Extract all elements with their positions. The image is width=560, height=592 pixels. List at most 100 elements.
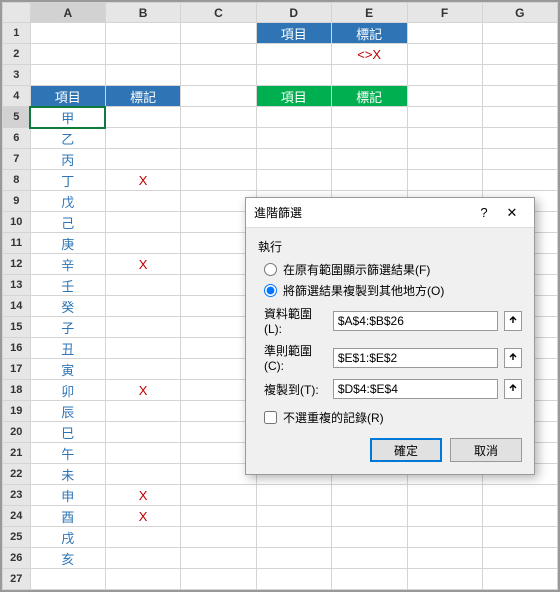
cell[interactable]: [407, 569, 482, 590]
row-header[interactable]: 6: [3, 128, 31, 149]
cell[interactable]: [331, 170, 407, 191]
cell[interactable]: [256, 569, 331, 590]
cell[interactable]: 午: [30, 443, 105, 464]
cell[interactable]: [105, 275, 180, 296]
cell[interactable]: 卯: [30, 380, 105, 401]
row-header[interactable]: 1: [3, 23, 31, 44]
cell[interactable]: [331, 569, 407, 590]
cell[interactable]: [105, 401, 180, 422]
cell[interactable]: [105, 233, 180, 254]
row-header[interactable]: 9: [3, 191, 31, 212]
collapse-range-icon[interactable]: [504, 311, 522, 331]
criteria-value[interactable]: <>X: [331, 44, 407, 65]
row-header[interactable]: 10: [3, 212, 31, 233]
collapse-range-icon[interactable]: [504, 348, 522, 368]
cell[interactable]: X: [105, 254, 180, 275]
cell[interactable]: [256, 107, 331, 128]
unique-records-checkbox[interactable]: [264, 411, 277, 424]
cell[interactable]: [407, 170, 482, 191]
cell[interactable]: [331, 107, 407, 128]
cell[interactable]: [331, 527, 407, 548]
cell[interactable]: [256, 170, 331, 191]
help-button[interactable]: ?: [470, 205, 498, 220]
row-header[interactable]: 25: [3, 527, 31, 548]
cell[interactable]: 未: [30, 464, 105, 485]
cell[interactable]: [181, 506, 256, 527]
cell[interactable]: 辰: [30, 401, 105, 422]
cell[interactable]: [407, 527, 482, 548]
cell[interactable]: 申: [30, 485, 105, 506]
cell[interactable]: [482, 569, 557, 590]
col-header[interactable]: B: [105, 3, 180, 23]
cell[interactable]: [181, 485, 256, 506]
cell[interactable]: [105, 317, 180, 338]
cell[interactable]: 甲: [30, 107, 105, 128]
cell[interactable]: [482, 107, 557, 128]
cell[interactable]: [256, 128, 331, 149]
row-header[interactable]: 20: [3, 422, 31, 443]
cell[interactable]: [105, 422, 180, 443]
cell[interactable]: [181, 527, 256, 548]
col-header[interactable]: D: [256, 3, 331, 23]
cell[interactable]: [256, 548, 331, 569]
cell[interactable]: [482, 128, 557, 149]
cell[interactable]: 巳: [30, 422, 105, 443]
row-header[interactable]: 4: [3, 86, 31, 107]
cell[interactable]: [181, 569, 256, 590]
cell[interactable]: 庚: [30, 233, 105, 254]
output-header-mark[interactable]: 標記: [331, 86, 407, 107]
cancel-button[interactable]: 取消: [450, 438, 522, 462]
data-header-item[interactable]: 項目: [30, 86, 105, 107]
cell[interactable]: [482, 527, 557, 548]
cell[interactable]: X: [105, 380, 180, 401]
row-header[interactable]: 3: [3, 65, 31, 86]
cell[interactable]: [482, 548, 557, 569]
copy-to-input[interactable]: [333, 379, 498, 399]
cell[interactable]: [331, 548, 407, 569]
cell[interactable]: 酉: [30, 506, 105, 527]
cell[interactable]: [407, 506, 482, 527]
row-header[interactable]: 24: [3, 506, 31, 527]
row-header[interactable]: 13: [3, 275, 31, 296]
cell[interactable]: [407, 485, 482, 506]
cell[interactable]: [331, 506, 407, 527]
row-header[interactable]: 8: [3, 170, 31, 191]
criteria-header-item[interactable]: 項目: [256, 23, 331, 44]
radio-filter-inplace[interactable]: [264, 263, 277, 276]
col-header[interactable]: C: [181, 3, 256, 23]
output-header-item[interactable]: 項目: [256, 86, 331, 107]
cell[interactable]: [331, 128, 407, 149]
cell[interactable]: [105, 296, 180, 317]
criteria-header-mark[interactable]: 標記: [331, 23, 407, 44]
row-header[interactable]: 26: [3, 548, 31, 569]
cell[interactable]: [256, 527, 331, 548]
row-header[interactable]: 15: [3, 317, 31, 338]
cell[interactable]: [181, 170, 256, 191]
close-button[interactable]: ✕: [498, 205, 526, 221]
cell[interactable]: [181, 107, 256, 128]
cell[interactable]: 乙: [30, 128, 105, 149]
col-header[interactable]: A: [30, 3, 105, 23]
list-range-input[interactable]: [333, 311, 498, 331]
cell[interactable]: 丑: [30, 338, 105, 359]
row-header[interactable]: 11: [3, 233, 31, 254]
cell[interactable]: 亥: [30, 548, 105, 569]
cell[interactable]: X: [105, 170, 180, 191]
cell[interactable]: [181, 149, 256, 170]
cell[interactable]: [256, 485, 331, 506]
corner-cell[interactable]: [3, 3, 31, 23]
row-header[interactable]: 22: [3, 464, 31, 485]
criteria-range-input[interactable]: [333, 348, 498, 368]
cell[interactable]: [482, 170, 557, 191]
cell[interactable]: 己: [30, 212, 105, 233]
row-header[interactable]: 2: [3, 44, 31, 65]
row-header[interactable]: 5: [3, 107, 31, 128]
row-header[interactable]: 7: [3, 149, 31, 170]
cell[interactable]: [181, 128, 256, 149]
cell[interactable]: [482, 149, 557, 170]
cell[interactable]: [331, 485, 407, 506]
cell[interactable]: 辛: [30, 254, 105, 275]
cell[interactable]: [105, 149, 180, 170]
cell[interactable]: 寅: [30, 359, 105, 380]
cell[interactable]: [407, 548, 482, 569]
